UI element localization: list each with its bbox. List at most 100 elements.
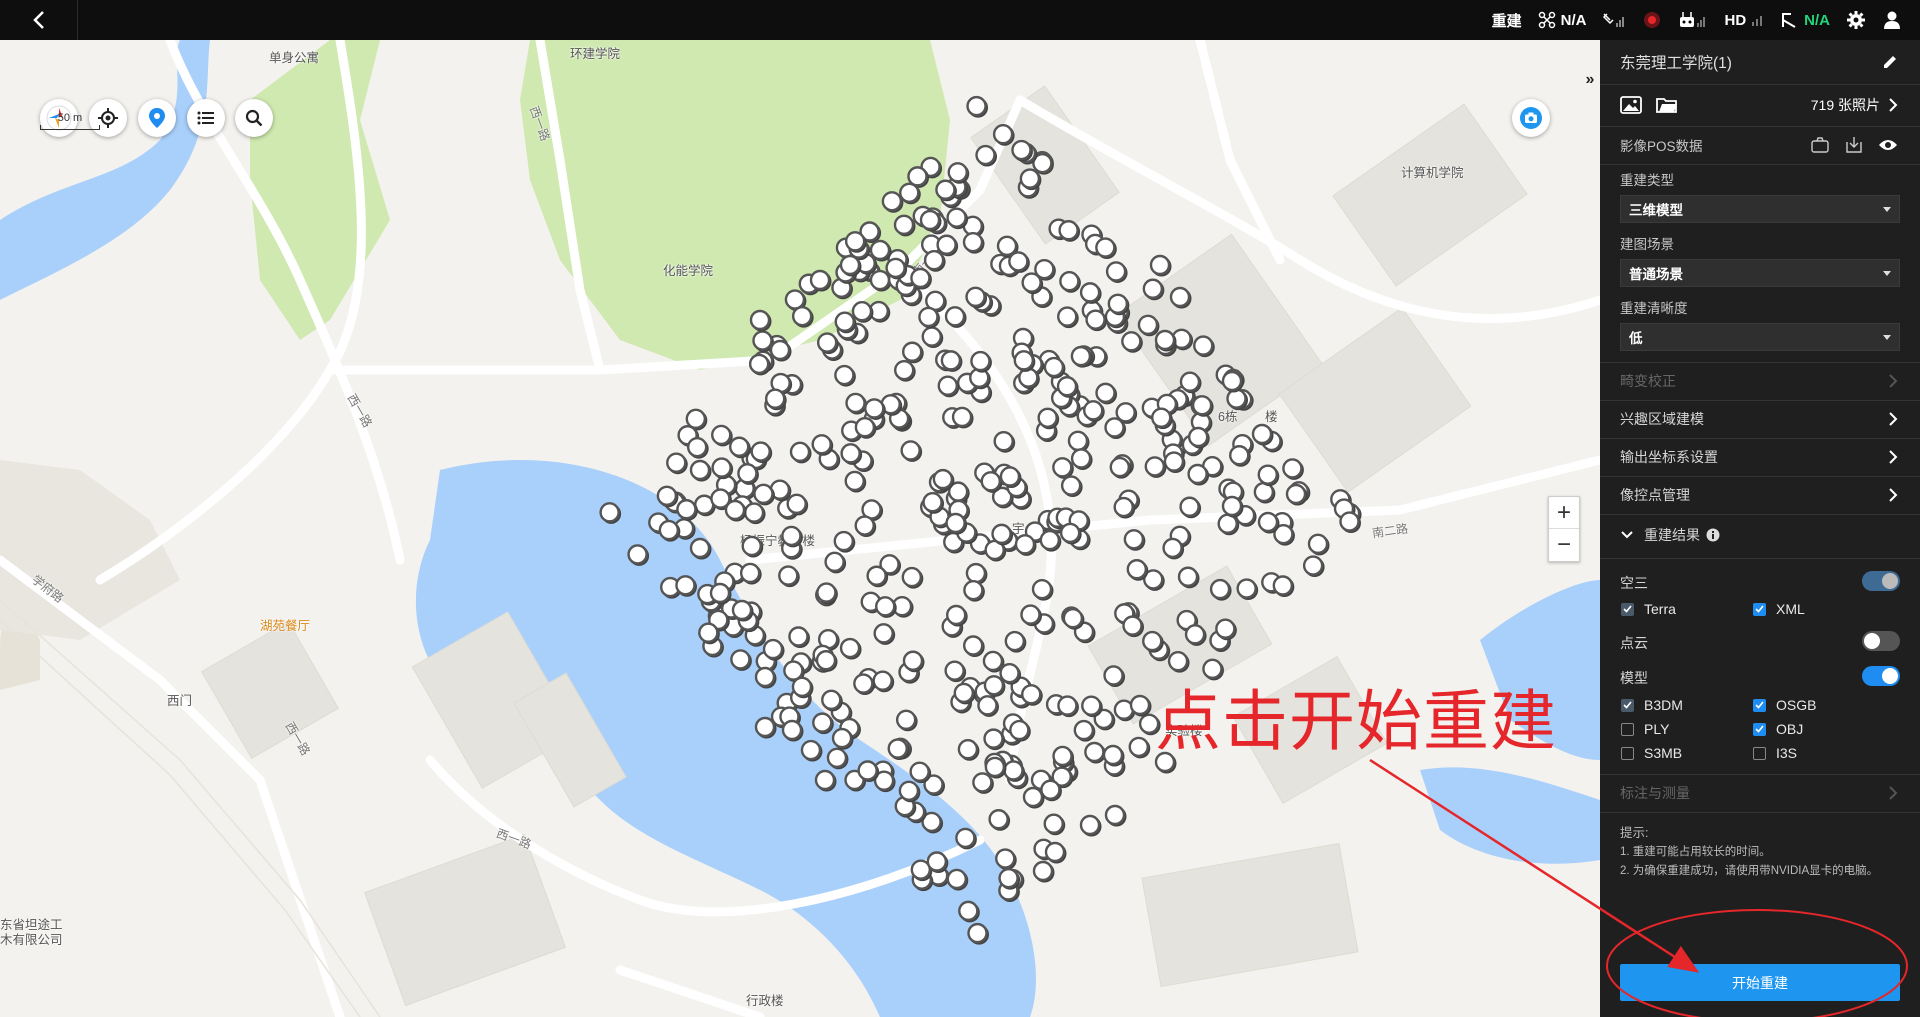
- photo-marker[interactable]: [845, 392, 868, 415]
- chevron-right-icon[interactable]: [1888, 97, 1898, 113]
- photo-marker[interactable]: [995, 848, 1017, 871]
- photo-marker[interactable]: [1144, 456, 1167, 478]
- photo-marker[interactable]: [839, 637, 862, 660]
- photo-marker[interactable]: [826, 747, 849, 770]
- photo-marker[interactable]: [811, 434, 834, 456]
- photo-marker[interactable]: [821, 689, 843, 712]
- photo-marker[interactable]: [893, 214, 916, 237]
- photo-marker[interactable]: [988, 809, 1011, 831]
- photo-marker[interactable]: [977, 695, 999, 717]
- kongsan-toggle[interactable]: [1862, 571, 1900, 591]
- photo-marker[interactable]: [1079, 814, 1102, 837]
- photo-marker[interactable]: [946, 207, 969, 230]
- zoom-out-button[interactable]: −: [1549, 529, 1579, 561]
- photo-marker[interactable]: [1179, 496, 1202, 519]
- photo-marker[interactable]: [958, 900, 980, 923]
- photo-marker[interactable]: [627, 544, 650, 566]
- scene-select[interactable]: 普通场景: [1620, 259, 1900, 287]
- ply-checkbox[interactable]: PLY: [1621, 721, 1669, 737]
- photo-marker[interactable]: [656, 485, 679, 508]
- pointcloud-toggle[interactable]: [1862, 631, 1900, 651]
- photo-marker[interactable]: [1031, 578, 1054, 601]
- osgb-checkbox[interactable]: OSGB: [1753, 697, 1816, 713]
- photo-marker[interactable]: [1057, 306, 1079, 329]
- photo-marker[interactable]: [1209, 578, 1232, 601]
- photo-marker[interactable]: [791, 305, 814, 328]
- photo-marker[interactable]: [962, 635, 985, 657]
- photo-marker[interactable]: [1039, 529, 1062, 552]
- photo-marker[interactable]: [975, 144, 998, 167]
- photo-marker[interactable]: [778, 565, 800, 588]
- output-coord-row[interactable]: 输出坐标系设置: [1600, 438, 1920, 476]
- photo-marker[interactable]: [992, 124, 1015, 146]
- photo-marker[interactable]: [1253, 481, 1276, 504]
- photo-marker[interactable]: [909, 761, 932, 784]
- photo-marker[interactable]: [1177, 566, 1200, 589]
- photo-marker[interactable]: [1081, 695, 1103, 718]
- gear-icon[interactable]: [1846, 10, 1866, 30]
- photo-marker[interactable]: [937, 375, 960, 398]
- edit-icon[interactable]: [1882, 54, 1898, 70]
- photo-marker[interactable]: [1128, 736, 1151, 759]
- photo-marker[interactable]: [965, 286, 988, 309]
- photo-marker[interactable]: [754, 666, 777, 689]
- i3s-checkbox[interactable]: I3S: [1753, 745, 1797, 761]
- photo-marker[interactable]: [944, 660, 967, 683]
- photo-marker[interactable]: [1121, 331, 1143, 353]
- back-button[interactable]: [0, 0, 78, 40]
- list-button[interactable]: [187, 99, 225, 137]
- photo-marker[interactable]: [1193, 335, 1215, 358]
- photo-marker[interactable]: [967, 922, 989, 945]
- photo-marker[interactable]: [1043, 356, 1066, 379]
- photo-marker[interactable]: [966, 95, 989, 118]
- search-button[interactable]: [235, 99, 273, 137]
- photo-marker[interactable]: [1123, 529, 1146, 551]
- photo-marker[interactable]: [686, 436, 709, 459]
- photo-marker[interactable]: [993, 430, 1016, 453]
- photo-marker[interactable]: [800, 739, 823, 762]
- photo-marker[interactable]: [962, 231, 985, 254]
- photo-marker[interactable]: [689, 459, 712, 482]
- photo-marker[interactable]: [1251, 423, 1274, 446]
- pos-import-icon[interactable]: [1810, 136, 1830, 154]
- gcp-row[interactable]: 像控点管理: [1600, 476, 1920, 514]
- photo-marker[interactable]: [963, 579, 985, 602]
- collapse-panel-button[interactable]: »: [1580, 62, 1600, 98]
- pin-button[interactable]: [138, 99, 176, 137]
- photo-marker[interactable]: [1079, 282, 1102, 304]
- photo-marker[interactable]: [1095, 237, 1117, 260]
- photo-marker[interactable]: [1142, 630, 1164, 653]
- b3dm-checkbox[interactable]: B3DM: [1621, 697, 1683, 713]
- photo-marker[interactable]: [955, 827, 977, 850]
- result-section-header[interactable]: 重建结果: [1600, 514, 1920, 556]
- photo-marker[interactable]: [946, 868, 969, 891]
- photo-marker[interactable]: [1062, 607, 1085, 630]
- photo-marker[interactable]: [1142, 278, 1165, 301]
- photo-marker[interactable]: [812, 712, 834, 735]
- terra-checkbox[interactable]: Terra: [1621, 601, 1676, 617]
- photo-marker[interactable]: [840, 443, 863, 465]
- photo-marker[interactable]: [834, 364, 856, 387]
- photo-marker[interactable]: [1272, 575, 1295, 598]
- folder-icon[interactable]: [1656, 96, 1678, 114]
- photo-marker[interactable]: [789, 441, 812, 464]
- photo-marker[interactable]: [730, 649, 752, 671]
- photo-marker[interactable]: [769, 339, 792, 362]
- photo-marker[interactable]: [944, 306, 967, 328]
- photo-marker[interactable]: [901, 566, 924, 589]
- photo-marker[interactable]: [1095, 382, 1118, 405]
- photo-marker[interactable]: [689, 537, 712, 560]
- start-reconstruction-button[interactable]: 开始重建: [1620, 964, 1900, 1001]
- photo-marker[interactable]: [1103, 665, 1126, 687]
- photo-marker[interactable]: [844, 470, 867, 493]
- photo-marker[interactable]: [1137, 314, 1160, 337]
- map-view[interactable]: 单身公寓 环建学院 化能学院 计算机学院 杨振宁教研楼 6栋 楼 湖苑餐厅 西门…: [0, 40, 1600, 1017]
- model-toggle[interactable]: [1862, 666, 1900, 686]
- photo-marker[interactable]: [749, 309, 772, 332]
- photo-marker[interactable]: [1184, 624, 1207, 646]
- photo-marker[interactable]: [1044, 841, 1067, 864]
- photo-marker[interactable]: [873, 623, 896, 645]
- photo-marker[interactable]: [1043, 813, 1066, 836]
- photo-marker[interactable]: [666, 452, 688, 475]
- photo-marker[interactable]: [743, 502, 766, 525]
